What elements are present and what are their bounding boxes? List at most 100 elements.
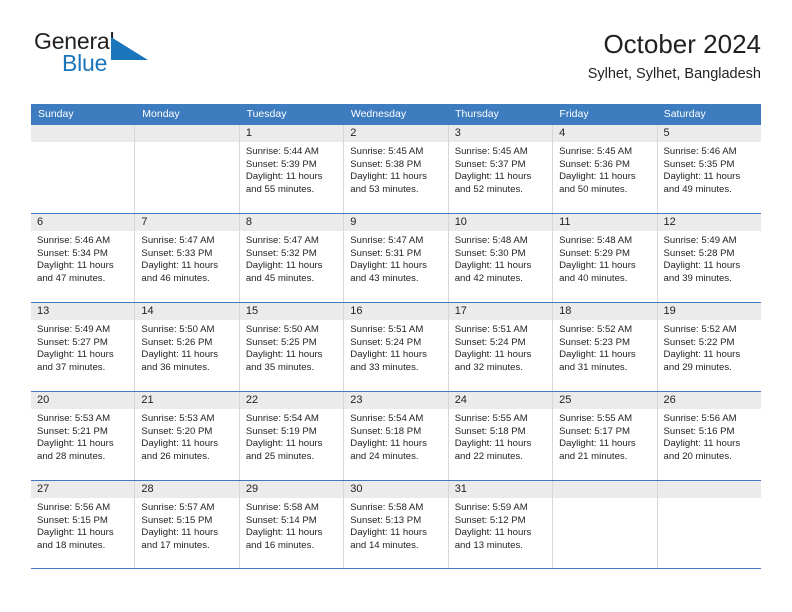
sunrise-text: Sunrise: 5:47 AM — [350, 235, 424, 246]
daylight-text-line1: Daylight: 11 hours — [37, 527, 114, 539]
calendar-day-cell[interactable]: 20 Sunrise: 5:53 AM Sunset: 5:21 PM Dayligh… — [31, 392, 135, 480]
calendar-day-cell[interactable]: 1 Sunrise: 5:44 AM Sunset: 5:39 PM Daylight… — [238, 125, 344, 213]
day-number: 29 — [239, 481, 344, 498]
calendar-week-row: 13 Sunrise: 5:49 AM Sunset: 5:27 PM Dayligh… — [31, 302, 761, 391]
day-number: 31 — [448, 481, 553, 498]
daylight-text-line1: Daylight: 11 hours — [245, 260, 323, 272]
calendar-page: General Blue October 2024 Sylhet, Sylhet… — [0, 0, 792, 612]
sunset-text: Sunset: 5:36 PM — [559, 158, 631, 170]
calendar-grid: Sunday Monday Tuesday Wednesday Thursday… — [31, 104, 761, 569]
day-number: 9 — [344, 214, 448, 231]
weekday-header-row: Sunday Monday Tuesday Wednesday Thursday… — [31, 104, 761, 124]
day-number — [135, 125, 239, 142]
calendar-day-cell[interactable]: 26 Sunrise: 5:56 AM Sunset: 5:16 PM Dayligh… — [656, 392, 761, 480]
daylight-text-line1: Daylight: 11 hours — [141, 349, 219, 361]
daylight-text-line2: and 20 minutes. — [663, 450, 732, 462]
calendar-day-cell[interactable]: 16 Sunrise: 5:51 AM Sunset: 5:24 PM Dayligh… — [343, 303, 448, 391]
sunrise-text: Sunrise: 5:45 AM — [454, 146, 528, 157]
daylight-text-line2: and 50 minutes. — [559, 183, 628, 195]
sunset-text: Sunset: 5:37 PM — [454, 158, 526, 170]
daylight-text-line1: Daylight: 11 hours — [245, 349, 323, 361]
sunrise-text: Sunrise: 5:48 AM — [454, 235, 528, 246]
sunrise-text: Sunrise: 5:50 AM — [245, 324, 319, 335]
calendar-day-cell[interactable]: 7 Sunrise: 5:47 AM Sunset: 5:33 PM Daylight… — [134, 214, 239, 302]
calendar-day-cell[interactable]: 12 Sunrise: 5:49 AM Sunset: 5:28 PM Dayligh… — [656, 214, 761, 302]
day-sun-info: Sunrise: 5:52 AM Sunset: 5:23 PM Daylight:… — [553, 320, 656, 374]
calendar-day-cell[interactable]: 31 Sunrise: 5:59 AM Sunset: 5:12 PM Dayligh… — [447, 481, 553, 568]
calendar-day-cell[interactable]: 29 Sunrise: 5:58 AM Sunset: 5:14 PM Dayligh… — [238, 481, 344, 568]
day-number: 19 — [657, 303, 761, 320]
calendar-day-cell[interactable]: 8 Sunrise: 5:47 AM Sunset: 5:32 PM Daylight… — [238, 214, 344, 302]
sunset-text: Sunset: 5:18 PM — [350, 425, 422, 437]
sunset-text: Sunset: 5:24 PM — [454, 336, 526, 348]
day-number: 10 — [448, 214, 553, 231]
daylight-text-line2: and 52 minutes. — [454, 183, 523, 195]
daylight-text-line1: Daylight: 11 hours — [350, 260, 427, 272]
calendar-day-cell[interactable]: 21 Sunrise: 5:53 AM Sunset: 5:20 PM Dayligh… — [134, 392, 239, 480]
sunset-text: Sunset: 5:23 PM — [559, 336, 631, 348]
calendar-day-cell[interactable]: 10 Sunrise: 5:48 AM Sunset: 5:30 PM Dayligh… — [447, 214, 553, 302]
daylight-text-line1: Daylight: 11 hours — [454, 438, 532, 450]
daylight-text-line2: and 24 minutes. — [350, 450, 419, 462]
day-number: 27 — [31, 481, 135, 498]
calendar-day-cell[interactable]: 30 Sunrise: 5:58 AM Sunset: 5:13 PM Dayligh… — [343, 481, 448, 568]
calendar-day-cell[interactable]: 15 Sunrise: 5:50 AM Sunset: 5:25 PM Dayligh… — [238, 303, 344, 391]
calendar-day-cell[interactable]: 28 Sunrise: 5:57 AM Sunset: 5:15 PM Dayligh… — [134, 481, 239, 568]
day-number: 7 — [135, 214, 239, 231]
calendar-day-cell[interactable]: 14 Sunrise: 5:50 AM Sunset: 5:26 PM Dayligh… — [134, 303, 239, 391]
calendar-day-cell[interactable]: 17 Sunrise: 5:51 AM Sunset: 5:24 PM Dayligh… — [447, 303, 553, 391]
weekday-wednesday: Wednesday — [350, 108, 407, 120]
calendar-day-cell[interactable]: 11 Sunrise: 5:48 AM Sunset: 5:29 PM Dayligh… — [552, 214, 657, 302]
calendar-day-cell[interactable]: 9 Sunrise: 5:47 AM Sunset: 5:31 PM Daylight… — [343, 214, 448, 302]
calendar-day-cell[interactable]: 27 Sunrise: 5:56 AM Sunset: 5:15 PM Dayligh… — [31, 481, 135, 568]
day-sun-info: Sunrise: 5:59 AM Sunset: 5:12 PM Daylight:… — [449, 498, 552, 552]
calendar-day-cell[interactable]: 2 Sunrise: 5:45 AM Sunset: 5:38 PM Daylight… — [343, 125, 448, 213]
weekday-sunday: Sunday — [38, 108, 74, 120]
calendar-day-cell[interactable]: 6 Sunrise: 5:46 AM Sunset: 5:34 PM Daylight… — [31, 214, 135, 302]
day-sun-info: Sunrise: 5:49 AM Sunset: 5:28 PM Daylight:… — [658, 231, 761, 285]
calendar-day-cell[interactable]: 3 Sunrise: 5:45 AM Sunset: 5:37 PM Daylight… — [447, 125, 553, 213]
sunset-text: Sunset: 5:34 PM — [37, 247, 108, 259]
daylight-text-line1: Daylight: 11 hours — [559, 171, 636, 183]
calendar-day-cell[interactable]: 24 Sunrise: 5:55 AM Sunset: 5:18 PM Dayligh… — [447, 392, 553, 480]
daylight-text-line2: and 28 minutes. — [37, 450, 106, 462]
daylight-text-line2: and 13 minutes. — [454, 539, 523, 551]
sunrise-text: Sunrise: 5:49 AM — [37, 324, 111, 335]
sunset-text: Sunset: 5:25 PM — [245, 336, 317, 348]
calendar-day-cell[interactable]: 4 Sunrise: 5:45 AM Sunset: 5:36 PM Daylight… — [552, 125, 657, 213]
weekday-saturday: Saturday — [663, 108, 706, 120]
calendar-day-cell[interactable]: 25 Sunrise: 5:55 AM Sunset: 5:17 PM Dayligh… — [552, 392, 657, 480]
sunrise-text: Sunrise: 5:51 AM — [350, 324, 424, 335]
calendar-day-cell[interactable]: 23 Sunrise: 5:54 AM Sunset: 5:18 PM Dayligh… — [343, 392, 448, 480]
day-sun-info: Sunrise: 5:47 AM Sunset: 5:32 PM Daylight:… — [240, 231, 343, 285]
daylight-text-line2: and 16 minutes. — [245, 539, 315, 551]
daylight-text-line1: Daylight: 11 hours — [141, 438, 219, 450]
daylight-text-line2: and 18 minutes. — [37, 539, 106, 551]
day-sun-info: Sunrise: 5:53 AM Sunset: 5:21 PM Daylight:… — [31, 409, 134, 463]
daylight-text-line1: Daylight: 11 hours — [454, 349, 532, 361]
sunrise-text: Sunrise: 5:54 AM — [350, 413, 424, 424]
sunrise-text: Sunrise: 5:44 AM — [245, 146, 319, 157]
day-sun-info: Sunrise: 5:47 AM Sunset: 5:33 PM Daylight:… — [135, 231, 238, 285]
sunset-text: Sunset: 5:22 PM — [663, 336, 735, 348]
calendar-day-cell[interactable]: 5 Sunrise: 5:46 AM Sunset: 5:35 PM Daylight… — [656, 125, 761, 213]
daylight-text-line2: and 21 minutes. — [559, 450, 628, 462]
day-number: 13 — [31, 303, 135, 320]
calendar-day-cell[interactable]: 19 Sunrise: 5:52 AM Sunset: 5:22 PM Dayligh… — [656, 303, 761, 391]
day-sun-info: Sunrise: 5:44 AM Sunset: 5:39 PM Daylight:… — [240, 142, 343, 196]
day-number: 17 — [448, 303, 553, 320]
day-sun-info: Sunrise: 5:52 AM Sunset: 5:22 PM Daylight:… — [658, 320, 761, 374]
sunrise-text: Sunrise: 5:54 AM — [245, 413, 319, 424]
daylight-text-line1: Daylight: 11 hours — [245, 171, 323, 183]
daylight-text-line1: Daylight: 11 hours — [454, 171, 532, 183]
calendar-day-cell[interactable]: 13 Sunrise: 5:49 AM Sunset: 5:27 PM Dayligh… — [31, 303, 135, 391]
calendar-day-cell[interactable]: 18 Sunrise: 5:52 AM Sunset: 5:23 PM Dayligh… — [552, 303, 657, 391]
calendar-day-cell[interactable]: 22 Sunrise: 5:54 AM Sunset: 5:19 PM Dayligh… — [238, 392, 344, 480]
general-blue-logo[interactable]: General Blue — [31, 28, 211, 84]
sunrise-text: Sunrise: 5:46 AM — [37, 235, 111, 246]
day-sun-info: Sunrise: 5:53 AM Sunset: 5:20 PM Daylight:… — [135, 409, 238, 463]
sunset-text: Sunset: 5:35 PM — [663, 158, 735, 170]
day-number: 3 — [448, 125, 553, 142]
daylight-text-line2: and 55 minutes. — [245, 183, 315, 195]
sunrise-text: Sunrise: 5:49 AM — [663, 235, 737, 246]
